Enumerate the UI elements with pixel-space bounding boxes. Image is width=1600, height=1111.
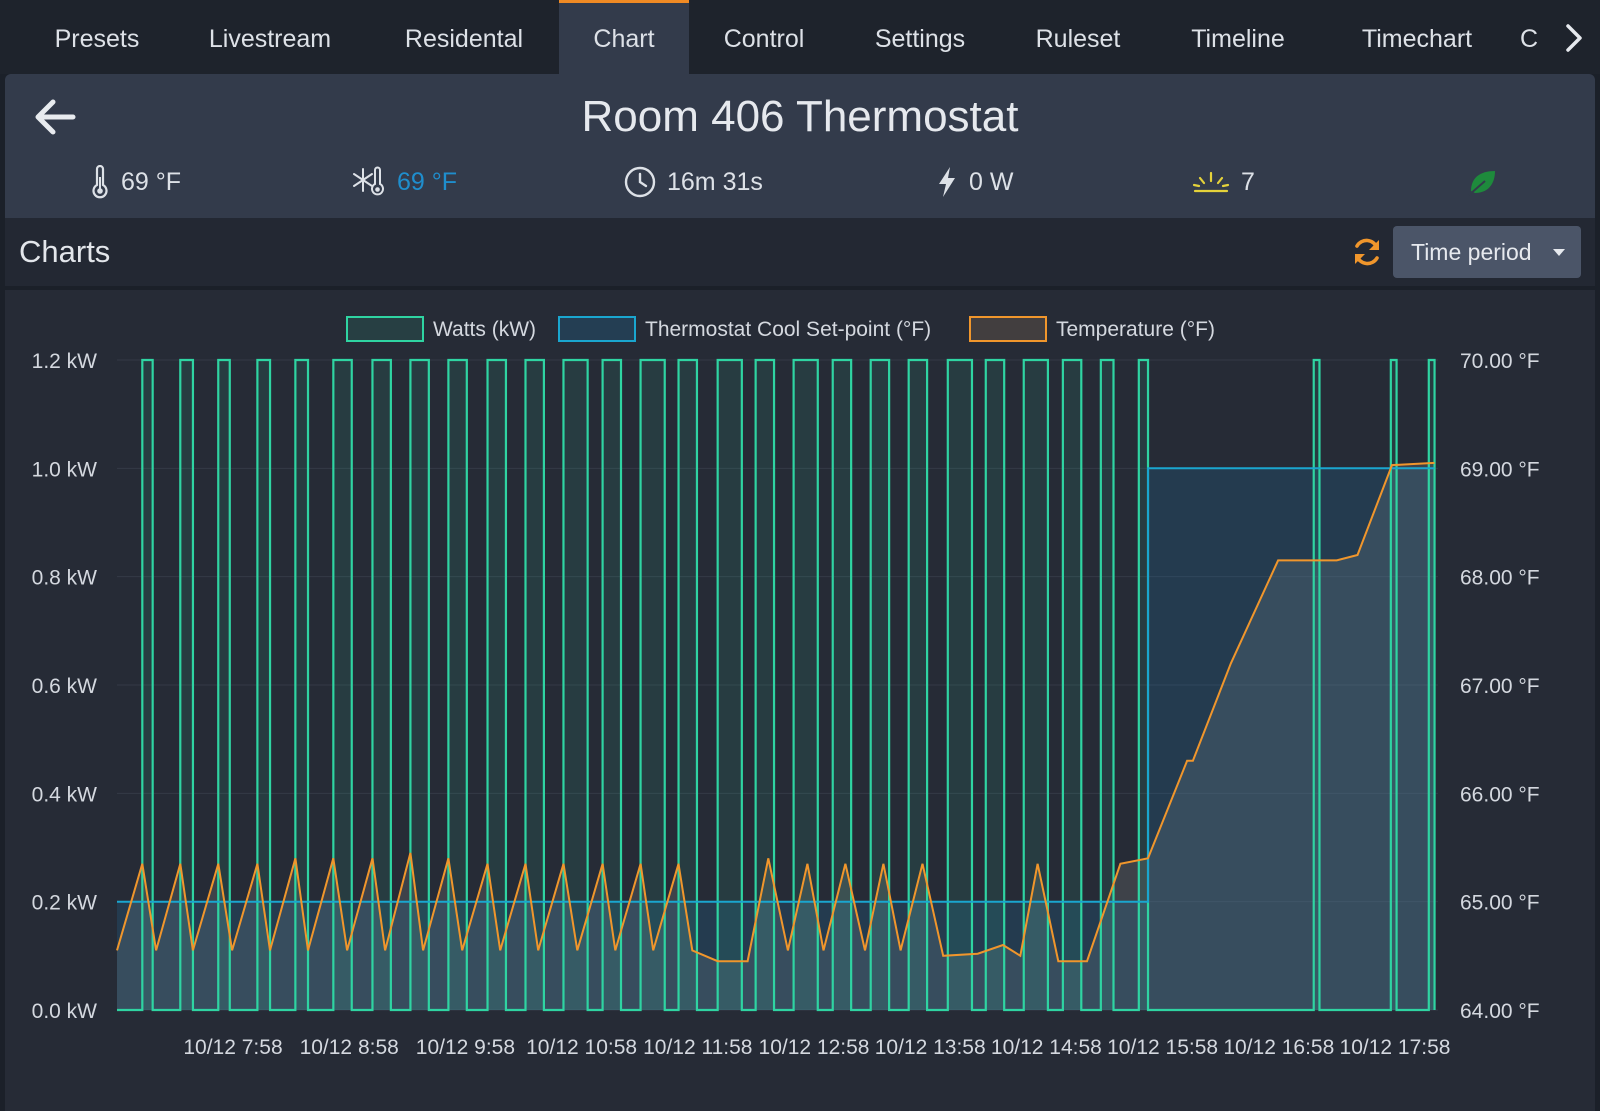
legend-swatch: [558, 316, 636, 342]
refresh-icon: [1355, 238, 1379, 266]
elapsed-value: 16m 31s: [667, 167, 763, 196]
x-tick-label: 10/12 12:58: [759, 1036, 870, 1059]
x-tick-label: 10/12 9:58: [416, 1036, 515, 1059]
clock-icon: [624, 166, 656, 198]
cool-setpoint-value: 69 °F: [397, 167, 458, 196]
tab-livestream[interactable]: Livestream: [186, 0, 354, 74]
stat-temperature: 69 °F: [89, 164, 181, 200]
watts-on-area: [947, 360, 972, 1010]
refresh-button[interactable]: [1347, 232, 1387, 272]
tab-chart[interactable]: Chart: [559, 0, 689, 74]
chevron-right-icon: [1566, 24, 1582, 52]
watts-on-area: [717, 360, 742, 1010]
snowflake-thermometer-icon: [353, 166, 384, 196]
stat-sun: 7: [1191, 164, 1255, 200]
sunrise-icon: [1192, 171, 1230, 193]
power-temperature-chart: 0.0 kW 0.2 kW 0.4 kW 0.6 kW 0.8 kW 1.0 kW 1.2 …: [32, 316, 1540, 1059]
watts-on-area: [218, 360, 230, 1010]
leaf-icon: [1468, 171, 1495, 196]
watts-on-area: [1023, 360, 1048, 1010]
temperature-value: 69 °F: [121, 167, 182, 196]
watts-on-area: [372, 360, 391, 1010]
watts-on-area: [1138, 360, 1149, 1010]
y-right-tick-label: 70.00 °F: [1460, 350, 1540, 373]
tab-timechart[interactable]: Timechart: [1334, 0, 1500, 74]
x-tick-label: 10/12 15:58: [1107, 1036, 1218, 1059]
legend-swatch: [969, 316, 1047, 342]
x-tick-label: 10/12 11:58: [643, 1036, 752, 1059]
tab-residental[interactable]: Residental: [380, 0, 548, 74]
tab-bar: Presets Livestream Residental Chart Cont…: [0, 0, 1600, 74]
y-right-tick-label: 68.00 °F: [1460, 567, 1540, 590]
watts-on-area: [602, 360, 622, 1010]
watts-on-area: [832, 360, 852, 1010]
stat-elapsed: 16m 31s: [623, 164, 763, 200]
y-left-tick-label: 0.6 kW: [32, 675, 98, 698]
watts-on-area: [487, 360, 506, 1010]
page-title: Room 406 Thermostat: [581, 92, 1019, 141]
watts-on-area: [985, 360, 1005, 1010]
legend-label: Watts (kW): [433, 318, 536, 341]
thermometer-icon: [92, 165, 108, 199]
chart-panel: 0.0 kW 0.2 kW 0.4 kW 0.6 kW 0.8 kW 1.0 kW 1.2 …: [5, 290, 1595, 1111]
tab-timeline[interactable]: Timeline: [1164, 0, 1312, 74]
y-right-tick-label: 67.00 °F: [1460, 675, 1540, 698]
y-right-tick-label: 69.00 °F: [1460, 458, 1540, 481]
tab-scroll-right-button[interactable]: [1554, 18, 1594, 58]
charts-toolbar: Charts Time period: [5, 218, 1595, 286]
y-right-tick-label: 64.00 °F: [1460, 1000, 1540, 1023]
bolt-icon: [939, 167, 955, 197]
x-tick-label: 10/12 7:58: [183, 1036, 282, 1059]
watts-on-area: [410, 360, 429, 1010]
watts-on-area: [908, 360, 928, 1010]
sun-value: 7: [1241, 167, 1255, 196]
power-value: 0 W: [969, 167, 1014, 196]
x-tick-label: 10/12 14:58: [991, 1036, 1102, 1059]
time-period-label: Time period: [1411, 239, 1532, 265]
legend-label: Temperature (°F): [1056, 318, 1215, 341]
watts-on-area: [333, 360, 352, 1010]
tab-overflow-partial[interactable]: C: [1520, 0, 1554, 74]
watts-on-area: [525, 360, 544, 1010]
device-header: Room 406 Thermostat 69 °F 69 °F 16m 31s: [5, 74, 1595, 218]
x-tick-label: 10/12 16:58: [1223, 1036, 1334, 1059]
watts-on-area: [563, 360, 588, 1010]
tab-ruleset[interactable]: Ruleset: [1012, 0, 1144, 74]
legend-label: Thermostat Cool Set-point (°F): [645, 318, 931, 341]
x-tick-label: 10/12 13:58: [875, 1036, 986, 1059]
y-left-tick-label: 0.4 kW: [32, 783, 98, 806]
tab-control[interactable]: Control: [704, 0, 824, 74]
y-left-tick-label: 1.2 kW: [32, 350, 98, 373]
tab-settings[interactable]: Settings: [852, 0, 988, 74]
y-right-tick-label: 65.00 °F: [1460, 892, 1540, 915]
stat-eco: [1465, 164, 1511, 200]
charts-section-title: Charts: [19, 234, 111, 269]
stat-power: 0 W: [935, 164, 1013, 200]
watts-on-area: [640, 360, 665, 1010]
y-left-tick-label: 0.8 kW: [32, 567, 98, 590]
x-tick-label: 10/12 8:58: [300, 1036, 399, 1059]
legend-swatch: [346, 316, 424, 342]
watts-on-area: [295, 360, 309, 1010]
y-left-tick-label: 0.2 kW: [32, 892, 98, 915]
time-period-dropdown[interactable]: Time period: [1393, 226, 1581, 278]
stat-cool-setpoint: 69 °F: [353, 164, 457, 200]
watts-on-area: [1062, 360, 1082, 1010]
caret-down-icon: [1553, 249, 1565, 256]
y-left-tick-label: 1.0 kW: [32, 458, 98, 481]
y-right-tick-label: 66.00 °F: [1460, 783, 1540, 806]
watts-on-area: [448, 360, 467, 1010]
watts-on-area: [142, 360, 153, 1010]
tab-presets[interactable]: Presets: [22, 0, 172, 74]
y-left-tick-label: 0.0 kW: [32, 1000, 98, 1023]
x-tick-label: 10/12 17:58: [1340, 1036, 1451, 1059]
watts-on-area: [678, 360, 697, 1010]
x-tick-label: 10/12 10:58: [526, 1036, 637, 1059]
